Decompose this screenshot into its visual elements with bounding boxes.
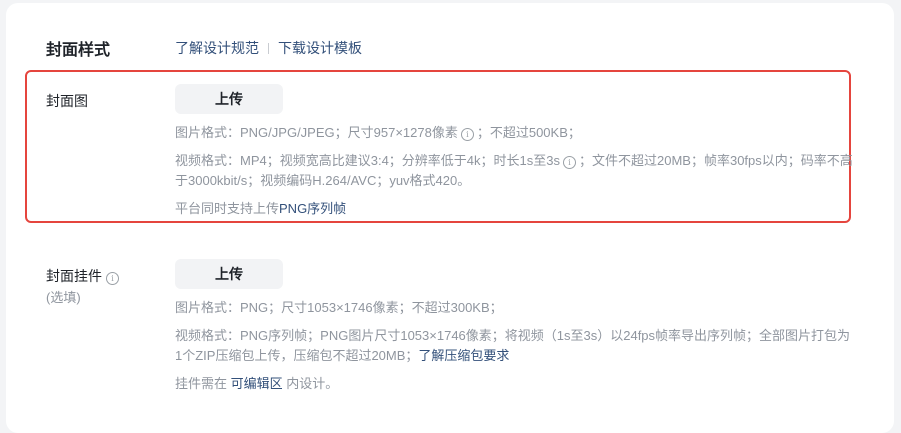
png-sequence-link[interactable]: PNG序列帧	[279, 201, 346, 216]
png-sequence-note: 平台同时支持上传PNG序列帧	[175, 201, 347, 216]
cover-image-upload-button[interactable]: 上传	[175, 84, 283, 114]
cover-image-label: 封面图	[46, 93, 88, 109]
cover-widget-upload-button[interactable]: 上传	[175, 259, 283, 289]
cover-widget-label: 封面挂件 i	[46, 266, 122, 286]
section-title: 封面样式	[46, 42, 111, 59]
editable-area-link[interactable]: 可编辑区	[231, 376, 283, 391]
info-icon[interactable]: i	[563, 156, 576, 169]
zip-requirements-link[interactable]: 了解压缩包要求	[418, 348, 509, 363]
optional-label: (选填)	[46, 290, 81, 305]
design-guide-link[interactable]: 了解设计规范	[175, 40, 259, 56]
spec-links: 了解设计规范 下载设计模板	[175, 38, 362, 58]
link-divider	[268, 43, 269, 54]
widget-video-spec: 视频格式：PNG序列帧；PNG图片尺寸1053×1746像素；将视频（1s至3s…	[175, 328, 851, 363]
editable-area-note: 挂件需在 可编辑区 内设计。	[175, 376, 339, 391]
download-template-link[interactable]: 下载设计模板	[278, 40, 362, 56]
cover-video-spec: 视频格式：MP4；视频宽高比建议3:4；分辨率低于4k；时长1s至3s i ；文件不…	[175, 153, 853, 188]
cover-image-spec: 图片格式：PNG/JPG/JPEG；尺寸957×1278像素 i ；不超过500KB…	[175, 125, 581, 141]
info-icon[interactable]: i	[460, 128, 474, 141]
widget-image-spec: 图片格式：PNG；尺寸1053×1746像素；不超过300KB；	[175, 300, 503, 315]
info-icon[interactable]: i	[106, 272, 119, 285]
